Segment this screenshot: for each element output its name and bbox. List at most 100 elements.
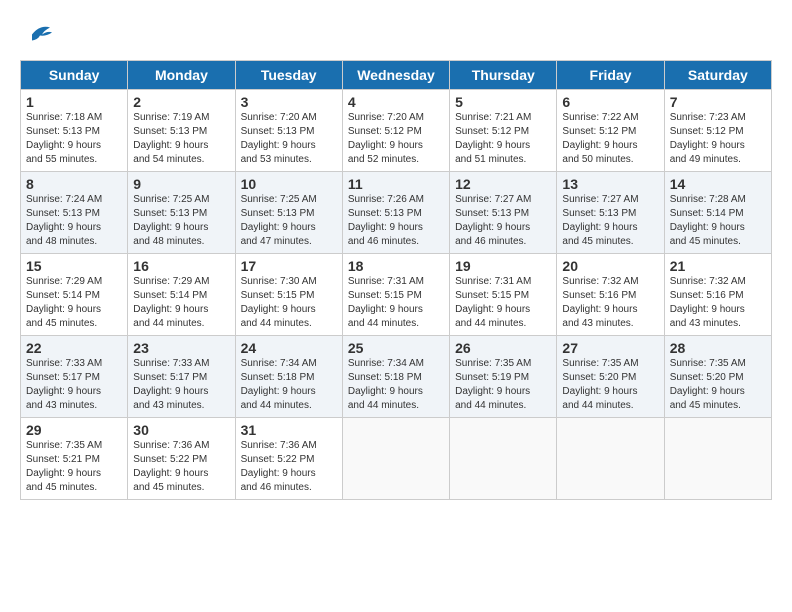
calendar-cell: 12 Sunrise: 7:27 AMSunset: 5:13 PMDaylig… [450,172,557,254]
calendar-cell: 15 Sunrise: 7:29 AMSunset: 5:14 PMDaylig… [21,254,128,336]
day-info: Sunrise: 7:32 AMSunset: 5:16 PMDaylight:… [670,275,766,331]
day-info: Sunrise: 7:26 AMSunset: 5:13 PMDaylight:… [348,193,444,249]
day-info: Sunrise: 7:33 AMSunset: 5:17 PMDaylight:… [26,357,122,413]
day-info: Sunrise: 7:31 AMSunset: 5:15 PMDaylight:… [348,275,444,331]
calendar-cell [664,418,771,500]
calendar-cell: 6 Sunrise: 7:22 AMSunset: 5:12 PMDayligh… [557,90,664,172]
day-number: 14 [670,176,766,192]
day-number: 26 [455,340,551,356]
day-info: Sunrise: 7:36 AMSunset: 5:22 PMDaylight:… [133,439,229,495]
col-header-thursday: Thursday [450,61,557,90]
day-number: 23 [133,340,229,356]
calendar-cell: 22 Sunrise: 7:33 AMSunset: 5:17 PMDaylig… [21,336,128,418]
day-info: Sunrise: 7:30 AMSunset: 5:15 PMDaylight:… [241,275,337,331]
day-number: 12 [455,176,551,192]
calendar-cell: 3 Sunrise: 7:20 AMSunset: 5:13 PMDayligh… [235,90,342,172]
day-info: Sunrise: 7:18 AMSunset: 5:13 PMDaylight:… [26,111,122,167]
day-info: Sunrise: 7:29 AMSunset: 5:14 PMDaylight:… [26,275,122,331]
calendar-cell: 16 Sunrise: 7:29 AMSunset: 5:14 PMDaylig… [128,254,235,336]
day-info: Sunrise: 7:34 AMSunset: 5:18 PMDaylight:… [241,357,337,413]
logo [20,20,52,50]
day-number: 20 [562,258,658,274]
day-info: Sunrise: 7:33 AMSunset: 5:17 PMDaylight:… [133,357,229,413]
day-info: Sunrise: 7:35 AMSunset: 5:19 PMDaylight:… [455,357,551,413]
day-number: 16 [133,258,229,274]
day-info: Sunrise: 7:20 AMSunset: 5:12 PMDaylight:… [348,111,444,167]
day-number: 10 [241,176,337,192]
col-header-wednesday: Wednesday [342,61,449,90]
day-number: 19 [455,258,551,274]
day-number: 5 [455,94,551,110]
day-number: 27 [562,340,658,356]
calendar-cell: 31 Sunrise: 7:36 AMSunset: 5:22 PMDaylig… [235,418,342,500]
day-info: Sunrise: 7:24 AMSunset: 5:13 PMDaylight:… [26,193,122,249]
day-number: 31 [241,422,337,438]
day-number: 29 [26,422,122,438]
calendar-cell: 30 Sunrise: 7:36 AMSunset: 5:22 PMDaylig… [128,418,235,500]
day-info: Sunrise: 7:28 AMSunset: 5:14 PMDaylight:… [670,193,766,249]
day-number: 21 [670,258,766,274]
day-info: Sunrise: 7:32 AMSunset: 5:16 PMDaylight:… [562,275,658,331]
day-number: 18 [348,258,444,274]
calendar-cell: 14 Sunrise: 7:28 AMSunset: 5:14 PMDaylig… [664,172,771,254]
calendar-cell: 23 Sunrise: 7:33 AMSunset: 5:17 PMDaylig… [128,336,235,418]
day-info: Sunrise: 7:35 AMSunset: 5:20 PMDaylight:… [562,357,658,413]
calendar-cell: 17 Sunrise: 7:30 AMSunset: 5:15 PMDaylig… [235,254,342,336]
day-number: 30 [133,422,229,438]
calendar-cell: 24 Sunrise: 7:34 AMSunset: 5:18 PMDaylig… [235,336,342,418]
day-info: Sunrise: 7:25 AMSunset: 5:13 PMDaylight:… [133,193,229,249]
day-info: Sunrise: 7:36 AMSunset: 5:22 PMDaylight:… [241,439,337,495]
logo-bird-icon [22,20,52,50]
calendar-cell: 27 Sunrise: 7:35 AMSunset: 5:20 PMDaylig… [557,336,664,418]
calendar-cell [450,418,557,500]
calendar-cell: 21 Sunrise: 7:32 AMSunset: 5:16 PMDaylig… [664,254,771,336]
calendar-cell: 26 Sunrise: 7:35 AMSunset: 5:19 PMDaylig… [450,336,557,418]
calendar-cell: 13 Sunrise: 7:27 AMSunset: 5:13 PMDaylig… [557,172,664,254]
day-info: Sunrise: 7:21 AMSunset: 5:12 PMDaylight:… [455,111,551,167]
day-number: 28 [670,340,766,356]
day-number: 11 [348,176,444,192]
calendar-cell: 7 Sunrise: 7:23 AMSunset: 5:12 PMDayligh… [664,90,771,172]
day-info: Sunrise: 7:19 AMSunset: 5:13 PMDaylight:… [133,111,229,167]
calendar-cell: 9 Sunrise: 7:25 AMSunset: 5:13 PMDayligh… [128,172,235,254]
day-info: Sunrise: 7:27 AMSunset: 5:13 PMDaylight:… [562,193,658,249]
page-header [20,20,772,50]
calendar-cell: 28 Sunrise: 7:35 AMSunset: 5:20 PMDaylig… [664,336,771,418]
calendar-cell: 8 Sunrise: 7:24 AMSunset: 5:13 PMDayligh… [21,172,128,254]
day-info: Sunrise: 7:25 AMSunset: 5:13 PMDaylight:… [241,193,337,249]
calendar-cell: 25 Sunrise: 7:34 AMSunset: 5:18 PMDaylig… [342,336,449,418]
day-number: 7 [670,94,766,110]
day-number: 8 [26,176,122,192]
col-header-sunday: Sunday [21,61,128,90]
col-header-monday: Monday [128,61,235,90]
day-number: 3 [241,94,337,110]
day-number: 2 [133,94,229,110]
day-number: 22 [26,340,122,356]
day-number: 17 [241,258,337,274]
day-number: 13 [562,176,658,192]
day-number: 25 [348,340,444,356]
day-number: 9 [133,176,229,192]
calendar-cell: 19 Sunrise: 7:31 AMSunset: 5:15 PMDaylig… [450,254,557,336]
calendar-cell: 18 Sunrise: 7:31 AMSunset: 5:15 PMDaylig… [342,254,449,336]
col-header-saturday: Saturday [664,61,771,90]
day-info: Sunrise: 7:29 AMSunset: 5:14 PMDaylight:… [133,275,229,331]
day-number: 1 [26,94,122,110]
calendar-cell: 5 Sunrise: 7:21 AMSunset: 5:12 PMDayligh… [450,90,557,172]
day-info: Sunrise: 7:31 AMSunset: 5:15 PMDaylight:… [455,275,551,331]
calendar-cell [557,418,664,500]
col-header-tuesday: Tuesday [235,61,342,90]
day-number: 15 [26,258,122,274]
calendar-cell: 2 Sunrise: 7:19 AMSunset: 5:13 PMDayligh… [128,90,235,172]
calendar-cell [342,418,449,500]
col-header-friday: Friday [557,61,664,90]
calendar-cell: 29 Sunrise: 7:35 AMSunset: 5:21 PMDaylig… [21,418,128,500]
day-info: Sunrise: 7:35 AMSunset: 5:20 PMDaylight:… [670,357,766,413]
calendar-table: SundayMondayTuesdayWednesdayThursdayFrid… [20,60,772,500]
day-info: Sunrise: 7:22 AMSunset: 5:12 PMDaylight:… [562,111,658,167]
day-number: 6 [562,94,658,110]
day-info: Sunrise: 7:34 AMSunset: 5:18 PMDaylight:… [348,357,444,413]
day-number: 4 [348,94,444,110]
day-info: Sunrise: 7:35 AMSunset: 5:21 PMDaylight:… [26,439,122,495]
day-info: Sunrise: 7:27 AMSunset: 5:13 PMDaylight:… [455,193,551,249]
